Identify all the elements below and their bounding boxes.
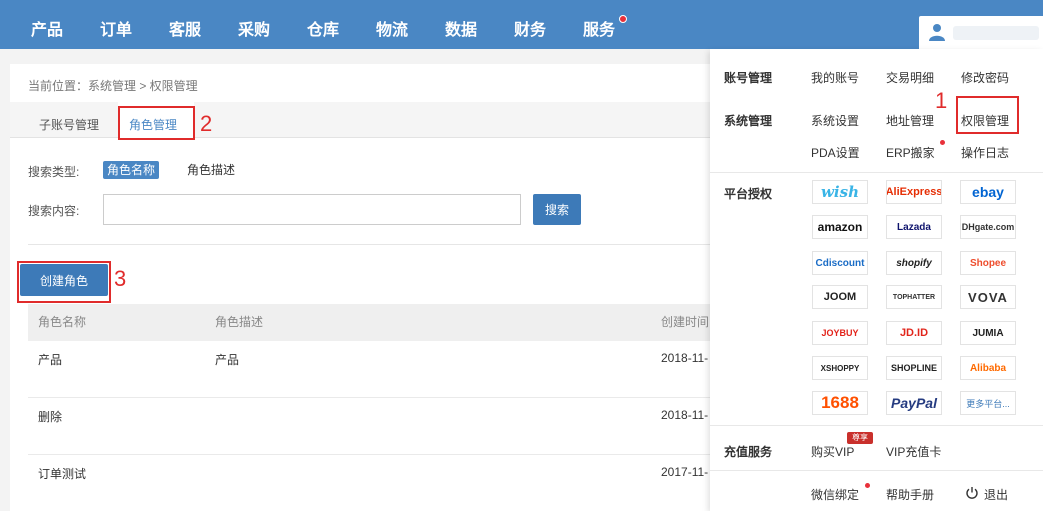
- tab-bar: 子账号管理 角色管理: [10, 102, 710, 138]
- nav-customer-service[interactable]: 客服: [169, 0, 201, 49]
- nav-services[interactable]: 服务: [583, 0, 615, 49]
- table-header: 角色名称 角色描述 创建时间: [28, 304, 710, 341]
- table-row[interactable]: 订单测试 2017-11-: [28, 455, 710, 511]
- shopify-logo[interactable]: shopify: [886, 251, 942, 275]
- recharge-heading: 充值服务: [724, 445, 773, 459]
- help-manual-link[interactable]: 帮助手册: [886, 486, 934, 503]
- aliexpress-logo[interactable]: AliExpress: [886, 180, 942, 204]
- wechat-bind-link[interactable]: 微信绑定: [811, 486, 859, 503]
- shopee-logo[interactable]: Shopee: [960, 251, 1016, 275]
- username-blurred: [953, 26, 1039, 40]
- change-password-link[interactable]: 修改密码: [961, 69, 1009, 86]
- tophatter-logo[interactable]: TOPHATTER: [886, 285, 942, 309]
- breadcrumb: 当前位置：系统管理 > 权限管理: [28, 79, 198, 93]
- joom-logo[interactable]: JOOM: [812, 285, 868, 309]
- vova-logo[interactable]: VOVA: [960, 285, 1016, 309]
- more-platforms-link[interactable]: 更多平台...: [960, 391, 1016, 415]
- vip-card-link[interactable]: VIP充值卡: [886, 443, 941, 460]
- lazada-logo[interactable]: Lazada: [886, 215, 942, 239]
- search-button[interactable]: 搜索: [533, 194, 581, 225]
- power-icon: [966, 487, 978, 499]
- search-type-role-name[interactable]: 角色名称: [103, 161, 160, 179]
- system-heading: 系统管理: [724, 114, 773, 128]
- cell-created-time: 2018-11-: [661, 408, 709, 422]
- wish-logo[interactable]: wish: [812, 180, 868, 204]
- column-header-role-name: 角色名称: [38, 315, 87, 329]
- search-input[interactable]: [103, 194, 521, 225]
- account-dropdown: 账号管理 我的账号 交易明细 修改密码 系统管理 系统设置 地址管理 权限管理 …: [710, 49, 1043, 511]
- separator: [710, 470, 1043, 471]
- system-settings-link[interactable]: 系统设置: [811, 112, 859, 129]
- shopline-logo[interactable]: SHOPLINE: [886, 356, 942, 380]
- joybuy-logo[interactable]: JOYBUY: [812, 321, 868, 345]
- platform-heading: 平台授权: [724, 187, 773, 201]
- separator: [710, 425, 1043, 426]
- erp-dot: [940, 140, 945, 145]
- annotation-number-2: 2: [200, 111, 213, 136]
- search-type-role-desc[interactable]: 角色描述: [183, 161, 239, 179]
- annotation-box-2: [118, 106, 195, 140]
- annotation-number-3: 3: [114, 266, 127, 291]
- user-menu[interactable]: [919, 16, 1043, 49]
- nav-warehouse[interactable]: 仓库: [307, 0, 339, 49]
- tab-subaccount[interactable]: 子账号管理: [28, 102, 112, 138]
- account-heading: 账号管理: [724, 71, 773, 85]
- cell-created-time: 2017-11-: [661, 465, 709, 479]
- table-row[interactable]: 删除 2018-11-: [28, 398, 710, 455]
- annotation-box-1: [956, 96, 1019, 134]
- top-nav: 产品 订单 客服 采购 仓库 物流 数据 财务 服务: [0, 0, 1043, 49]
- cell-role-desc: 产品: [215, 353, 240, 367]
- vip-badge: 尊享: [847, 432, 873, 444]
- logo-1688[interactable]: 1688: [812, 391, 868, 415]
- ebay-logo[interactable]: ebay: [960, 180, 1016, 204]
- operation-log-link[interactable]: 操作日志: [961, 144, 1009, 161]
- logout-link[interactable]: 退出: [984, 486, 1008, 503]
- amazon-logo[interactable]: amazon: [812, 215, 868, 239]
- jdid-logo[interactable]: JD.ID: [886, 321, 942, 345]
- cell-role-name: 删除: [38, 410, 63, 424]
- address-management-link[interactable]: 地址管理: [886, 112, 934, 129]
- nav-purchase[interactable]: 采购: [238, 0, 270, 49]
- pda-settings-link[interactable]: PDA设置: [811, 144, 860, 161]
- paypal-logo[interactable]: PayPal: [886, 391, 942, 415]
- nav-orders[interactable]: 订单: [100, 0, 132, 49]
- table-row[interactable]: 产品 产品 2018-11-: [28, 341, 710, 398]
- buy-vip-link[interactable]: 购买VIP: [811, 443, 854, 460]
- transactions-link[interactable]: 交易明细: [886, 69, 934, 86]
- erp-migration-link[interactable]: ERP搬家: [886, 144, 935, 161]
- nav-data[interactable]: 数据: [445, 0, 477, 49]
- divider: [28, 244, 710, 245]
- nav-finance[interactable]: 财务: [514, 0, 546, 49]
- annotation-box-3: [17, 261, 111, 303]
- column-header-created-time: 创建时间: [661, 315, 710, 329]
- nav-logistics[interactable]: 物流: [376, 0, 408, 49]
- my-account-link[interactable]: 我的账号: [811, 69, 859, 86]
- notification-dot: [619, 15, 627, 23]
- annotation-number-1: 1: [935, 88, 948, 113]
- cell-created-time: 2018-11-: [661, 351, 709, 365]
- search-type-label: 搜索类型:: [28, 165, 80, 179]
- wechat-dot: [865, 483, 870, 488]
- column-header-role-desc: 角色描述: [215, 315, 264, 329]
- cell-role-name: 产品: [38, 353, 63, 367]
- cell-role-name: 订单测试: [38, 467, 87, 481]
- search-content-label: 搜索内容:: [28, 204, 80, 218]
- cdiscount-logo[interactable]: Cdiscount: [812, 251, 868, 275]
- user-icon: [929, 24, 945, 41]
- roles-table: 角色名称 角色描述 创建时间 产品 产品 2018-11- 删除 2018-11…: [28, 304, 710, 511]
- jumia-logo[interactable]: JUMIA: [960, 321, 1016, 345]
- nav-products[interactable]: 产品: [31, 0, 63, 49]
- main-content: 当前位置：系统管理 > 权限管理 子账号管理 角色管理 2 搜索类型: 角色名称…: [10, 64, 710, 511]
- alibaba-logo[interactable]: Alibaba: [960, 356, 1016, 380]
- dhgate-logo[interactable]: DHgate.com: [960, 215, 1016, 239]
- xshoppy-logo[interactable]: XSHOPPY: [812, 356, 868, 380]
- separator: [710, 172, 1043, 173]
